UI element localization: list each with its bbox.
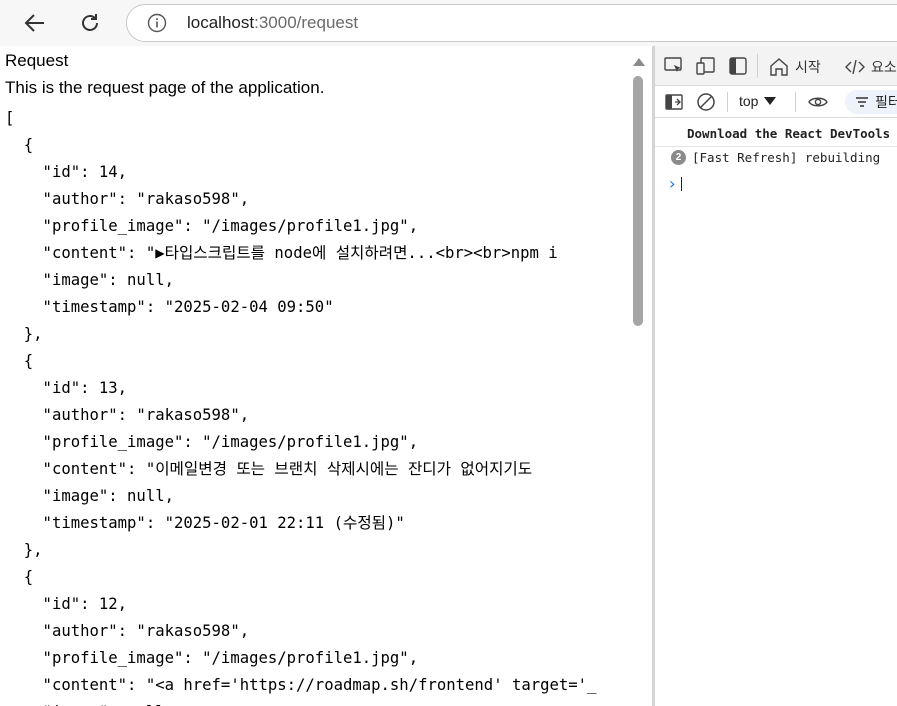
dock-side-button[interactable]	[727, 56, 749, 76]
toolbar-divider	[757, 54, 758, 78]
inspect-button[interactable]	[663, 56, 685, 76]
context-selector-value: top	[739, 93, 759, 109]
live-expression-button[interactable]	[807, 92, 829, 112]
filter-input[interactable]: 필터	[845, 90, 897, 114]
browser-toolbar: localhost:3000/request	[0, 0, 897, 46]
chevron-right-icon: ›	[669, 174, 676, 193]
message-count-badge: 2	[671, 150, 686, 165]
tab-elements[interactable]: 요소	[845, 56, 897, 78]
info-icon[interactable]	[147, 13, 167, 33]
toolbar-divider	[727, 92, 728, 112]
devtools-panel: 시작 요소 top 필 Download the React DevTools …	[652, 46, 897, 706]
console-sidebar-button[interactable]	[663, 92, 685, 112]
json-output: [ { "id": 14, "author": "rakaso598", "pr…	[5, 109, 597, 706]
scroll-thumb[interactable]	[633, 76, 643, 326]
page-content: Request This is the request page of the …	[0, 46, 652, 706]
eye-icon	[808, 97, 828, 107]
console-toolbar: top 필터	[655, 86, 897, 118]
back-button[interactable]	[18, 6, 52, 40]
tab-welcome-label: 시작	[795, 59, 821, 75]
url-text[interactable]: localhost:3000/request	[187, 13, 358, 33]
console-message-fast-refresh: [Fast Refresh] rebuilding	[692, 150, 881, 165]
filter-label: 필터	[875, 94, 897, 110]
page-scrollbar[interactable]	[629, 46, 649, 706]
chevron-down-icon	[764, 97, 777, 105]
console-input[interactable]: ›	[669, 174, 683, 193]
tab-welcome[interactable]: 시작	[769, 56, 821, 78]
arrow-left-icon	[24, 14, 44, 32]
page-description: This is the request page of the applicat…	[5, 78, 325, 97]
tab-elements-label: 요소	[871, 59, 897, 75]
device-toggle-button[interactable]	[695, 56, 717, 76]
clear-icon	[697, 93, 715, 111]
console-divider	[655, 146, 897, 147]
scroll-up-arrow-icon[interactable]	[633, 58, 645, 66]
reload-button[interactable]	[73, 6, 107, 40]
address-bar[interactable]: localhost:3000/request	[126, 4, 897, 42]
inspect-element-icon	[664, 57, 682, 72]
device-emulation-icon	[696, 57, 715, 75]
console-message-row: 2 [Fast Refresh] rebuilding	[671, 150, 880, 165]
page-title: Request	[5, 51, 69, 70]
code-icon	[845, 59, 865, 75]
filter-icon	[856, 97, 868, 107]
home-icon	[770, 58, 788, 76]
url-host: localhost	[187, 13, 255, 32]
url-path: :3000/request	[254, 13, 359, 32]
text-cursor	[681, 176, 683, 191]
reload-icon	[82, 14, 98, 31]
clear-console-button[interactable]	[695, 92, 717, 112]
sidebar-toggle-icon	[665, 94, 683, 110]
panel-layout-icon	[729, 57, 747, 75]
toolbar-divider	[795, 92, 796, 112]
console-message-react-devtools: Download the React DevTools for	[687, 126, 897, 141]
context-selector[interactable]: top	[739, 93, 777, 109]
devtools-tabbar: 시작 요소	[655, 46, 897, 86]
